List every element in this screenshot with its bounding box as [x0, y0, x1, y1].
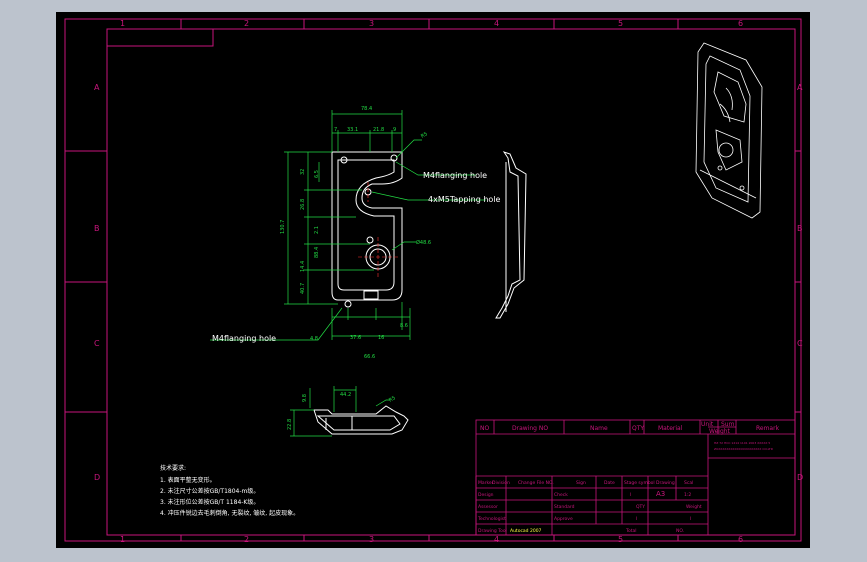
notes-title: 技术要求:: [160, 464, 186, 472]
tb-cell: QTY: [636, 504, 645, 510]
col-label: 1: [120, 535, 125, 544]
dim-label: 16: [378, 335, 384, 341]
grid-labels: 1 2 3 4 5 6 1 2 3 4 5 6 A B C D A B C D: [94, 19, 803, 544]
col-label: 6: [738, 19, 743, 28]
dim-label: 26.8: [300, 199, 306, 210]
tb-cell: Drawing: [656, 480, 675, 486]
tb-cell: NO.: [676, 528, 684, 534]
dim-label: 9: [393, 127, 396, 133]
note-line: 3. 未注形位公差按GB/T 1184-K级。: [160, 498, 259, 506]
dim-label: Ø48.6: [416, 239, 431, 246]
tb-cell: Scal: [684, 480, 693, 486]
header-remark: Remark: [756, 425, 780, 432]
tb-cell: I: [630, 492, 631, 498]
col-label: 4: [494, 19, 499, 28]
sheet-frame: [64, 18, 802, 542]
note-line: 1. 表面平整无变形。: [160, 476, 216, 484]
dim-label: 78.4: [361, 106, 372, 112]
col-label: 2: [244, 535, 249, 544]
tb-cell: Stage symbol: [624, 480, 655, 486]
dim-label: 6.5: [314, 170, 320, 178]
dim-label: 33.1: [347, 127, 358, 133]
dim-label: 4.8: [310, 336, 318, 342]
callout-tapping: 4xM5Tapping hole: [428, 195, 501, 204]
tb-cell: Date: [604, 480, 615, 486]
dim-label: 7: [334, 127, 337, 133]
dim-label: R5: [420, 131, 429, 140]
note-line: 2. 未注尺寸公差按GB/T1804-m级。: [160, 487, 259, 495]
header-weight: Weight: [709, 428, 731, 435]
dim-label: 40.7: [300, 283, 306, 294]
col-label: 4: [494, 535, 499, 544]
dim-label: R5: [388, 395, 397, 404]
dim-label: 8.6: [400, 323, 408, 329]
header-sum: Sum: [721, 421, 735, 428]
dim-label: 14.4: [300, 261, 306, 272]
tb-cell: Assessor: [478, 504, 498, 510]
dim-label: 88.4: [314, 247, 320, 258]
section-view: [313, 405, 409, 435]
dimension-values: 78.4 7 33.1 21.8 9 R5 130.7 32 6.5 26.8 …: [280, 106, 431, 430]
col-label: 6: [738, 535, 743, 544]
tb-cell: I: [636, 516, 637, 522]
dim-label: 32: [300, 169, 306, 175]
company-info: HZ 72 HCC 1214 1101 2003 XXXXX 5 ZUXXXXX…: [714, 441, 774, 451]
dim-label: 9.8: [302, 394, 308, 402]
header-material: Material: [658, 425, 683, 432]
header-unit: Unit: [701, 421, 714, 428]
tb-cell: A3: [656, 490, 665, 498]
tb-cell: Approve: [554, 516, 573, 522]
tb-cell: Change File NO.: [518, 480, 554, 486]
dim-label: 22.8: [287, 419, 293, 430]
dim-label: 2.1: [314, 226, 320, 234]
tb-cell: Standard: [554, 504, 575, 510]
row-label: B: [94, 224, 100, 233]
tb-cell: I: [690, 516, 691, 522]
header-drawing-no: Drawing NO: [512, 425, 548, 432]
dim-label: 44.2: [340, 392, 351, 398]
dim-label: 66.6: [364, 354, 375, 360]
tb-cell: Design: [478, 492, 494, 498]
col-label: 5: [618, 19, 623, 28]
tb-cell: Drawing Tool: [478, 528, 507, 534]
callout-flanging-bottom: M4flanging hole: [212, 334, 276, 343]
dimension-lines: [210, 110, 486, 437]
tb-cell: Technologist: [477, 516, 506, 522]
cad-viewport[interactable]: 1 2 3 4 5 6 1 2 3 4 5 6 A B C D A B C D: [56, 12, 810, 548]
tb-cell: Sign: [576, 480, 586, 486]
header-name: Name: [590, 425, 608, 432]
header-no: NO: [480, 425, 489, 432]
dim-label: 37.6: [350, 335, 361, 341]
row-label: B: [797, 224, 803, 233]
dim-label: 21.8: [373, 127, 384, 133]
row-label: C: [94, 339, 100, 348]
tb-cell: Check: [554, 492, 568, 498]
tb-cell: 1:2: [684, 492, 691, 498]
col-label: 2: [244, 19, 249, 28]
drawing-sheet: 1 2 3 4 5 6 1 2 3 4 5 6 A B C D A B C D: [64, 18, 803, 544]
callout-flanging-top: M4flanging hole: [423, 171, 487, 180]
note-line: 4. 冲压件锐边去毛刺倒角, 无裂纹, 皱纹, 起皮现象。: [160, 509, 299, 517]
col-label: 3: [369, 19, 374, 28]
technical-notes: 技术要求: 1. 表面平整无变形。 2. 未注尺寸公差按GB/T1804-m级。…: [160, 464, 299, 517]
col-label: 3: [369, 535, 374, 544]
row-label: A: [94, 83, 100, 92]
row-label: D: [94, 473, 100, 482]
front-view: [331, 151, 403, 308]
company-line: HZ 72 HCC 1214 1101 2003 XXXXX 5: [714, 441, 770, 445]
col-label: 1: [120, 19, 125, 28]
row-label: D: [797, 473, 803, 482]
side-view: [495, 151, 527, 319]
header-qty: QTY: [632, 425, 644, 432]
isometric-view: [695, 42, 763, 219]
dim-label: 130.7: [280, 220, 286, 234]
tb-cell: Total: [625, 528, 637, 534]
col-label: 5: [618, 535, 623, 544]
row-label: A: [797, 83, 803, 92]
tb-cell-tool: Autocad 2007: [510, 528, 542, 534]
tb-cell: Weight: [686, 504, 702, 510]
row-label: C: [797, 339, 803, 348]
company-line: ZUXXXXXXXXXXXXXXXXXXXXX CO.LTD: [714, 447, 774, 451]
tb-cell: Division: [492, 480, 510, 486]
